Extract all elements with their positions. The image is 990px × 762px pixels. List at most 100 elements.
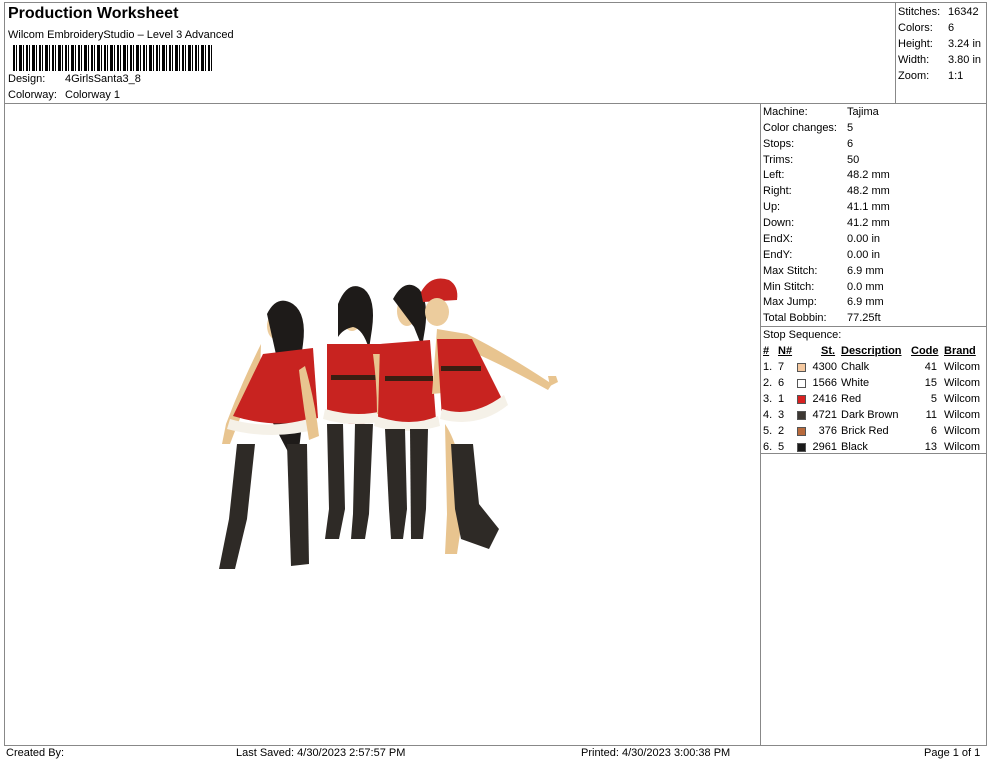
embroidery-design-image (219, 278, 558, 569)
info-label: Color changes: (763, 122, 837, 134)
info-value: 6.9 mm (847, 296, 884, 308)
info-value: Tajima (847, 106, 879, 118)
row-description: White (841, 377, 870, 389)
stat-label: Stitches: (898, 6, 941, 18)
info-label: Stops: (763, 138, 795, 150)
row-needle: 7 (778, 361, 785, 373)
row-description: Brick Red (841, 425, 889, 437)
stat-value: 1:1 (948, 70, 964, 82)
software-subtitle: Wilcom EmbroideryStudio – Level 3 Advanc… (8, 29, 234, 41)
row-num: 2. (763, 377, 773, 389)
design-preview (4, 103, 761, 746)
info-value: 77.25ft (847, 312, 881, 324)
info-label: Left: (763, 169, 785, 181)
stop-sequence-row: 3. 1 2416 Red 5 Wilcom (761, 393, 986, 407)
row-stitches: 4300 (812, 361, 837, 373)
worksheet-header: Production Worksheet Wilcom EmbroiderySt… (4, 2, 896, 104)
info-value: 0.00 in (847, 233, 881, 245)
row-stitches: 1566 (812, 377, 837, 389)
row-description: Dark Brown (841, 409, 899, 421)
stop-sequence-row: 5. 2 376 Brick Red 6 Wilcom (761, 425, 986, 439)
row-stitches: 376 (818, 425, 837, 437)
row-code: 11 (925, 409, 937, 421)
row-stitches: 4721 (812, 409, 837, 421)
stat-label: Colors: (898, 22, 933, 34)
created-by: Created By: (6, 747, 65, 759)
stop-sequence-title: Stop Sequence: (763, 329, 842, 341)
row-num: 1. (763, 361, 773, 373)
stat-label: Height: (898, 38, 933, 50)
info-label: Right: (763, 185, 792, 197)
row-brand: Wilcom (944, 377, 981, 389)
info-label: Down: (763, 217, 795, 229)
info-label: Min Stitch: (763, 281, 815, 293)
row-needle: 3 (778, 409, 785, 421)
info-label: Max Jump: (763, 296, 817, 308)
stat-label: Zoom: (898, 70, 930, 82)
row-stitches: 2416 (812, 393, 837, 405)
info-label: EndX: (763, 233, 793, 245)
row-brand: Wilcom (944, 425, 981, 437)
thread-color-swatch (797, 379, 806, 388)
stat-value: 3.80 in (948, 54, 982, 66)
design-stats: Stitches: 16342 Colors: 6 Height: 3.24 i… (895, 2, 987, 104)
stat-colors: Colors: 6 (896, 22, 986, 36)
thread-color-swatch (797, 411, 806, 420)
row-code: 5 (930, 393, 937, 405)
thread-color-swatch (797, 363, 806, 372)
info-value: 41.2 mm (847, 217, 890, 229)
info-value: 5 (847, 122, 854, 134)
worksheet-title: Production Worksheet (8, 5, 179, 22)
info-value: 50 (847, 154, 860, 166)
row-code: 41 (924, 361, 937, 373)
stop-sequence-row: 2. 6 1566 White 15 Wilcom (761, 377, 986, 391)
last-saved: Last Saved: 4/30/2023 2:57:57 PM (236, 747, 406, 759)
design-label: Design: (8, 73, 46, 85)
figure-4 (421, 278, 558, 554)
colorway-label: Colorway: (8, 89, 57, 101)
row-needle: 6 (778, 377, 785, 389)
col-header-brand: Brand (944, 345, 976, 357)
info-label: EndY: (763, 249, 793, 261)
stop-sequence-row: 4. 3 4721 Dark Brown 11 Wilcom (761, 409, 986, 423)
info-value: 48.2 mm (847, 185, 890, 197)
worksheet-footer: Created By: Last Saved: 4/30/2023 2:57:5… (4, 745, 987, 760)
stat-stitches: Stitches: 16342 (896, 6, 986, 20)
info-label: Max Stitch: (763, 265, 818, 277)
stop-sequence-table: Stop Sequence: # N# St. Description Code… (761, 327, 986, 453)
col-header-code: Code (911, 345, 939, 357)
row-code: 15 (924, 377, 937, 389)
info-label: Machine: (763, 106, 808, 118)
thread-color-swatch (797, 443, 806, 452)
row-brand: Wilcom (944, 361, 981, 373)
figure-1 (219, 300, 319, 569)
col-header-description: Description (841, 345, 902, 357)
col-header-stitches: St. (821, 345, 836, 357)
col-header-needle: N# (778, 345, 793, 357)
stat-width: Width: 3.80 in (896, 54, 986, 68)
row-needle: 2 (778, 425, 785, 437)
thread-color-swatch (797, 395, 806, 404)
row-description: Chalk (841, 361, 870, 373)
row-code: 6 (930, 425, 937, 437)
row-description: Red (841, 393, 862, 405)
stat-value: 3.24 in (948, 38, 982, 50)
info-value: 6 (847, 138, 854, 150)
row-num: 3. (763, 393, 773, 405)
info-value: 6.9 mm (847, 265, 884, 277)
stat-label: Width: (898, 54, 930, 66)
row-brand: Wilcom (944, 409, 981, 421)
design-value: 4GirlsSanta3_8 (65, 73, 141, 85)
col-header-num: # (763, 345, 770, 357)
stat-height: Height: 3.24 in (896, 38, 986, 52)
info-label: Trims: (763, 154, 794, 166)
info-value: 48.2 mm (847, 169, 890, 181)
row-num: 4. (763, 409, 773, 421)
info-label: Up: (763, 201, 781, 213)
printed-date: Printed: 4/30/2023 3:00:38 PM (581, 747, 731, 759)
info-label: Total Bobbin: (763, 312, 827, 324)
stat-value: 16342 (948, 6, 979, 18)
page-number: Page 1 of 1 (924, 747, 981, 759)
row-needle: 1 (778, 393, 785, 405)
row-brand: Wilcom (944, 393, 981, 405)
